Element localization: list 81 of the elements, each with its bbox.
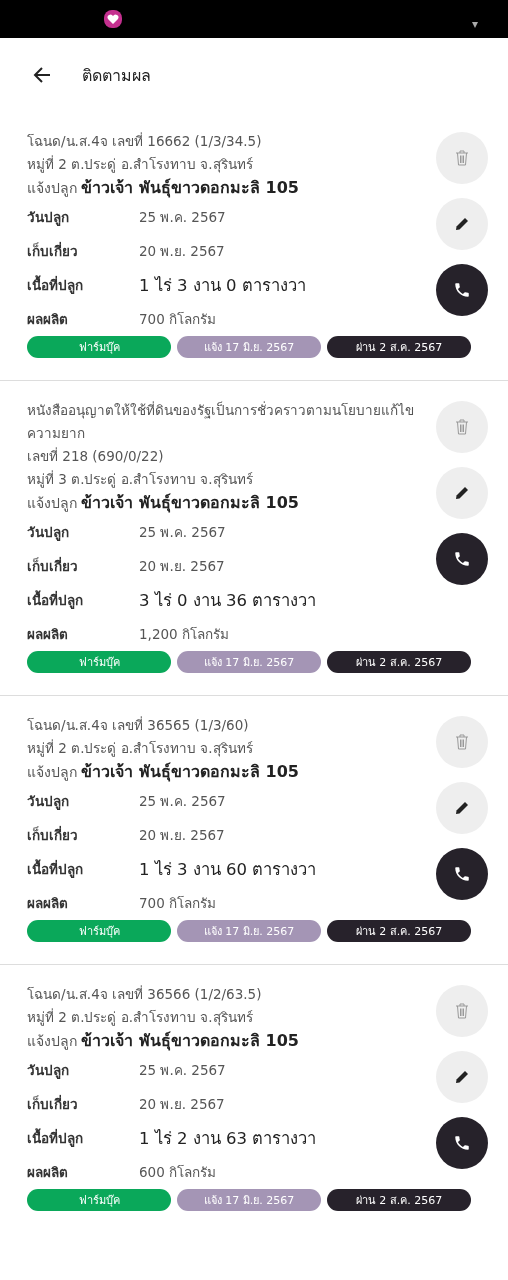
title-deed-text: โฉนด/น.ส.4จ เลขที่ 36566 (1/2/63.5) bbox=[27, 984, 263, 1004]
edit-button[interactable] bbox=[436, 782, 488, 834]
crop-text: แจ้งปลูก ข้าวเจ้า พันธุ์ขาวดอกมะลิ 105 bbox=[27, 1030, 300, 1053]
status-tag: ผ่าน 2 ส.ค. 2567 bbox=[327, 1189, 471, 1211]
field-label: เนื้อที่ปลูก bbox=[27, 1127, 84, 1149]
field-value: 700 กิโลกรัม bbox=[139, 310, 218, 329]
crop-text: แจ้งปลูก ข้าวเจ้า พันธุ์ขาวดอกมะลิ 105 bbox=[27, 761, 300, 784]
address-text: หมู่ที่ 2 ต.ประดู่ อ.สำโรงทาบ จ.สุรินทร์ bbox=[27, 154, 254, 175]
pencil-icon bbox=[454, 485, 470, 501]
crop-text: แจ้งปลูก ข้าวเจ้า พันธุ์ขาวดอกมะลิ 105 bbox=[27, 177, 300, 200]
field-label: วันปลูก bbox=[27, 208, 70, 228]
field-label: เนื้อที่ปลูก bbox=[27, 858, 84, 880]
address-text: หมู่ที่ 2 ต.ประดู่ อ.สำโรงทาบ จ.สุรินทร์ bbox=[27, 1007, 254, 1028]
field-value: 1 ไร่ 3 งาน 60 ตารางวา bbox=[139, 859, 318, 881]
address-text: หมู่ที่ 3 ต.ประดู่ อ.สำโรงทาบ จ.สุรินทร์ bbox=[27, 469, 254, 490]
signal-icon bbox=[472, 22, 478, 28]
trash-icon bbox=[455, 150, 469, 166]
status-tag: แจ้ง 17 มิ.ย. 2567 bbox=[177, 1189, 321, 1211]
trash-icon bbox=[455, 1003, 469, 1019]
field-value: 1,200 กิโลกรัม bbox=[139, 625, 230, 644]
field-label: เนื้อที่ปลูก bbox=[27, 589, 84, 611]
status-tag: ผ่าน 2 ส.ค. 2567 bbox=[327, 651, 471, 673]
call-button[interactable] bbox=[436, 533, 488, 585]
field-value: 20 พ.ย. 2567 bbox=[139, 242, 226, 261]
field-label: ผลผลิต bbox=[27, 625, 69, 644]
field-label: ผลผลิต bbox=[27, 894, 69, 913]
field-value: 600 กิโลกรัม bbox=[139, 1163, 218, 1182]
edit-button[interactable] bbox=[436, 467, 488, 519]
field-value: 1 ไร่ 2 งาน 63 ตารางวา bbox=[139, 1128, 318, 1150]
field-value: 20 พ.ย. 2567 bbox=[139, 1095, 226, 1114]
field-value: 25 พ.ค. 2567 bbox=[139, 523, 227, 542]
phone-icon bbox=[453, 281, 471, 299]
status-tag: ฟาร์มบุ๊ค bbox=[27, 920, 171, 942]
field-label: เก็บเกี่ยว bbox=[27, 1094, 79, 1114]
status-tag: แจ้ง 17 มิ.ย. 2567 bbox=[177, 336, 321, 358]
field-value: 1 ไร่ 3 งาน 0 ตารางวา bbox=[139, 275, 307, 297]
field-value: 3 ไร่ 0 งาน 36 ตารางวา bbox=[139, 590, 318, 612]
field-label: เก็บเกี่ยว bbox=[27, 241, 79, 261]
pencil-icon bbox=[454, 800, 470, 816]
edit-button[interactable] bbox=[436, 1051, 488, 1103]
pencil-icon bbox=[454, 1069, 470, 1085]
phone-icon bbox=[453, 865, 471, 883]
field-label: ผลผลิต bbox=[27, 310, 69, 329]
crop-text: แจ้งปลูก ข้าวเจ้า พันธุ์ขาวดอกมะลิ 105 bbox=[27, 492, 300, 515]
status-tag: ฟาร์มบุ๊ค bbox=[27, 1189, 171, 1211]
title-deed-text: โฉนด/น.ส.4จ เลขที่ 36565 (1/3/60) bbox=[27, 715, 250, 735]
field-value: 20 พ.ย. 2567 bbox=[139, 826, 226, 845]
field-label: ผลผลิต bbox=[27, 1163, 69, 1182]
trash-icon bbox=[455, 734, 469, 750]
call-button[interactable] bbox=[436, 1117, 488, 1169]
field-label: เก็บเกี่ยว bbox=[27, 825, 79, 845]
status-tag: ฟาร์มบุ๊ค bbox=[27, 651, 171, 673]
edit-button[interactable] bbox=[436, 198, 488, 250]
phone-icon bbox=[453, 1134, 471, 1152]
call-button[interactable] bbox=[436, 848, 488, 900]
field-value: 700 กิโลกรัม bbox=[139, 894, 218, 913]
trash-icon bbox=[455, 419, 469, 435]
phone-icon bbox=[453, 550, 471, 568]
field-label: เนื้อที่ปลูก bbox=[27, 274, 84, 296]
field-label: เก็บเกี่ยว bbox=[27, 556, 79, 576]
status-tag: แจ้ง 17 มิ.ย. 2567 bbox=[177, 651, 321, 673]
field-value: 20 พ.ย. 2567 bbox=[139, 557, 226, 576]
page-title: ติดตามผล bbox=[82, 64, 151, 87]
field-label: วันปลูก bbox=[27, 1061, 70, 1081]
app-icon bbox=[104, 10, 122, 28]
status-tag: ผ่าน 2 ส.ค. 2567 bbox=[327, 920, 471, 942]
status-tag: ผ่าน 2 ส.ค. 2567 bbox=[327, 336, 471, 358]
title-deed-text: เลขที่ 218 (690/0/22) bbox=[27, 446, 165, 466]
field-label: วันปลูก bbox=[27, 523, 70, 543]
status-tag: ฟาร์มบุ๊ค bbox=[27, 336, 171, 358]
title-deed-text: โฉนด/น.ส.4จ เลขที่ 16662 (1/3/34.5) bbox=[27, 131, 263, 151]
arrow-left-icon bbox=[32, 65, 52, 85]
field-value: 25 พ.ค. 2567 bbox=[139, 792, 227, 811]
address-text: หมู่ที่ 2 ต.ประดู่ อ.สำโรงทาบ จ.สุรินทร์ bbox=[27, 738, 254, 759]
field-label: วันปลูก bbox=[27, 792, 70, 812]
pencil-icon bbox=[454, 216, 470, 232]
field-value: 25 พ.ค. 2567 bbox=[139, 1061, 227, 1080]
field-value: 25 พ.ค. 2567 bbox=[139, 208, 227, 227]
status-tag: แจ้ง 17 มิ.ย. 2567 bbox=[177, 920, 321, 942]
call-button[interactable] bbox=[436, 264, 488, 316]
title-deed-text: หนังสืออนุญาตให้ใช้ที่ดินของรัฐเป็นการชั่วคราวตามนโยบายแก้ไขความยาก bbox=[27, 400, 415, 443]
